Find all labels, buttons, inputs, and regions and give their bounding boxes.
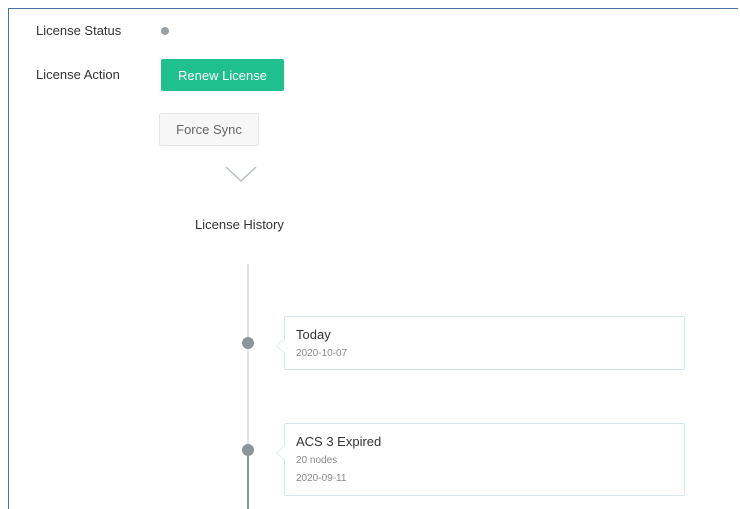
timeline-node (242, 337, 254, 349)
timeline-card-title: ACS 3 Expired (296, 434, 382, 449)
timeline-node (242, 444, 254, 456)
timeline-line-active (247, 450, 249, 509)
license-action-label: License Action (36, 67, 120, 82)
status-dot-icon (161, 27, 169, 35)
chevron-down-icon[interactable] (223, 164, 259, 184)
timeline-card-date: 2020-09-11 (296, 473, 347, 484)
license-history-title: License History (195, 217, 284, 232)
timeline-card: Today 2020-10-07 (276, 316, 685, 370)
renew-license-button[interactable]: Renew License (161, 59, 284, 91)
force-sync-button[interactable]: Force Sync (159, 113, 259, 146)
timeline-card: ACS 3 Expired 20 nodes 2020-09-11 (276, 423, 685, 496)
license-status-label: License Status (36, 23, 122, 38)
timeline-card-date: 2020-10-07 (296, 348, 348, 359)
timeline-card-nodes: 20 nodes (296, 455, 338, 466)
timeline-card-title: Today (296, 327, 331, 342)
